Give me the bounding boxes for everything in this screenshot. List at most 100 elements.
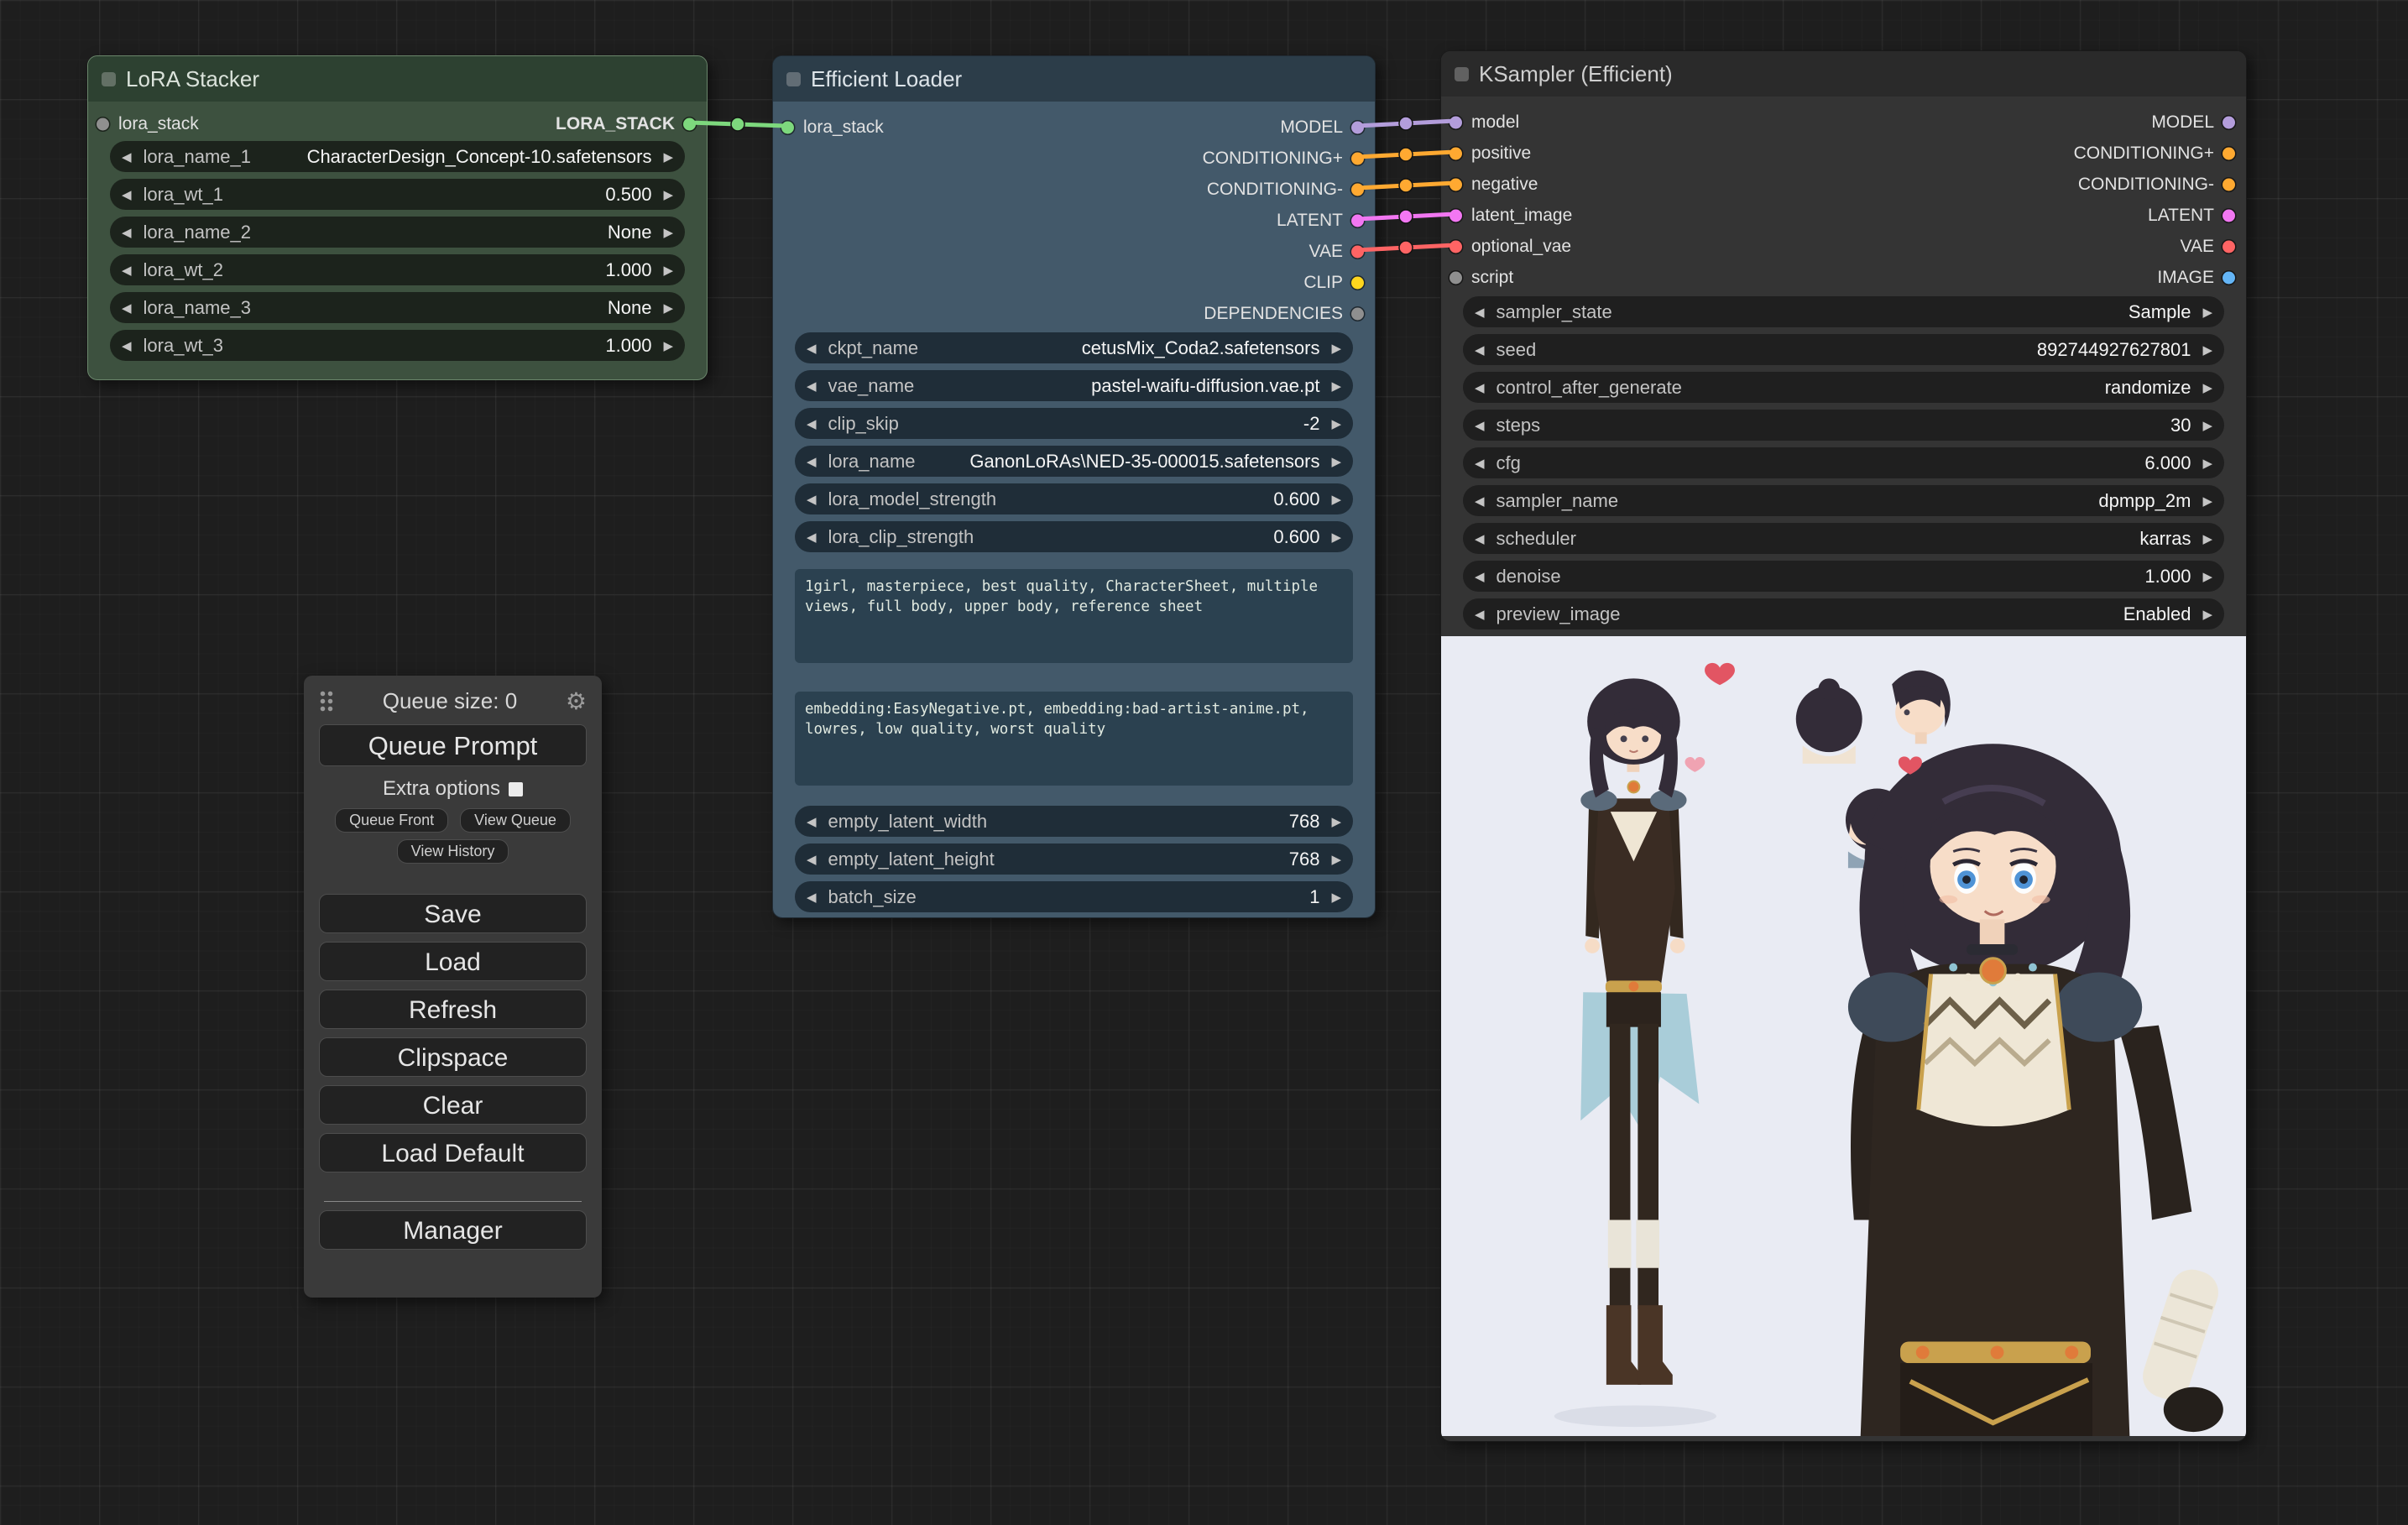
settings-gear-icon[interactable]: ⚙: [566, 687, 587, 715]
output-dot-icon[interactable]: [2223, 240, 2235, 253]
widget-sampler-state[interactable]: ◀ sampler_state Sample ▶: [1463, 296, 2224, 327]
widget-clip-skip[interactable]: ◀ clip_skip -2 ▶: [795, 408, 1353, 439]
node-lora-stacker[interactable]: LoRA Stacker lora_stack LORA_STACK ◀ lor…: [87, 55, 708, 380]
output-dot-icon[interactable]: [1351, 152, 1364, 165]
prev-arrow-icon[interactable]: ◀: [1475, 342, 1485, 358]
prev-arrow-icon[interactable]: ◀: [807, 814, 817, 829]
next-arrow-icon[interactable]: ▶: [1331, 416, 1341, 431]
node-collapse-icon[interactable]: [786, 72, 801, 86]
prev-arrow-icon[interactable]: ◀: [807, 454, 817, 469]
next-arrow-icon[interactable]: ▶: [2202, 305, 2212, 320]
widget-lora-name-1[interactable]: ◀ lora_name_1 CharacterDesign_Concept-10…: [110, 141, 685, 172]
refresh-button[interactable]: Refresh: [319, 990, 587, 1029]
next-arrow-icon[interactable]: ▶: [2202, 418, 2212, 433]
output-dot-icon[interactable]: [1351, 307, 1364, 320]
prev-arrow-icon[interactable]: ◀: [122, 187, 132, 202]
prev-arrow-icon[interactable]: ◀: [122, 149, 132, 165]
next-arrow-icon[interactable]: ▶: [1331, 492, 1341, 507]
output-dot-icon[interactable]: [2223, 147, 2235, 159]
next-arrow-icon[interactable]: ▶: [2202, 607, 2212, 622]
next-arrow-icon[interactable]: ▶: [663, 263, 673, 278]
next-arrow-icon[interactable]: ▶: [1331, 890, 1341, 905]
prev-arrow-icon[interactable]: ◀: [1475, 305, 1485, 320]
negative-prompt-textarea[interactable]: embedding:EasyNegative.pt, embedding:bad…: [795, 692, 1353, 786]
manager-button[interactable]: Manager: [319, 1210, 587, 1250]
next-arrow-icon[interactable]: ▶: [663, 338, 673, 353]
next-arrow-icon[interactable]: ▶: [2202, 380, 2212, 395]
widget-lora-model-strength[interactable]: ◀ lora_model_strength 0.600 ▶: [795, 483, 1353, 514]
drag-handle-icon[interactable]: [319, 690, 334, 712]
widget-empty-latent-height[interactable]: ◀ empty_latent_height 768 ▶: [795, 843, 1353, 875]
prev-arrow-icon[interactable]: ◀: [1475, 456, 1485, 471]
prev-arrow-icon[interactable]: ◀: [1475, 418, 1485, 433]
widget-control-after-generate[interactable]: ◀ control_after_generate randomize ▶: [1463, 372, 2224, 403]
prev-arrow-icon[interactable]: ◀: [1475, 531, 1485, 546]
prev-arrow-icon[interactable]: ◀: [1475, 607, 1485, 622]
input-dot-icon[interactable]: [1450, 178, 1462, 191]
input-dot-icon[interactable]: [781, 121, 794, 133]
input-dot-icon[interactable]: [1450, 271, 1462, 284]
widget-lora-name[interactable]: ◀ lora_name GanonLoRAs\NED-35-000015.saf…: [795, 446, 1353, 477]
next-arrow-icon[interactable]: ▶: [1331, 814, 1341, 829]
node-collapse-icon[interactable]: [1455, 67, 1469, 81]
node-header[interactable]: KSampler (Efficient): [1441, 51, 2246, 97]
queue-prompt-button[interactable]: Queue Prompt: [319, 724, 587, 766]
prev-arrow-icon[interactable]: ◀: [807, 852, 817, 867]
next-arrow-icon[interactable]: ▶: [1331, 454, 1341, 469]
output-dot-icon[interactable]: [2223, 271, 2235, 284]
next-arrow-icon[interactable]: ▶: [1331, 341, 1341, 356]
prev-arrow-icon[interactable]: ◀: [1475, 494, 1485, 509]
node-canvas[interactable]: { "icons": { "left_arrow": "◀", "right_a…: [0, 0, 2408, 1525]
output-dot-icon[interactable]: [1351, 121, 1364, 133]
view-history-button[interactable]: View History: [397, 839, 509, 864]
output-dot-icon[interactable]: [683, 118, 696, 130]
input-dot-icon[interactable]: [1450, 240, 1462, 253]
widget-steps[interactable]: ◀ steps 30 ▶: [1463, 410, 2224, 441]
input-dot-icon[interactable]: [97, 118, 109, 130]
prev-arrow-icon[interactable]: ◀: [122, 263, 132, 278]
node-ksampler-efficient[interactable]: KSampler (Efficient) model positive nega…: [1440, 50, 2247, 1442]
next-arrow-icon[interactable]: ▶: [663, 300, 673, 316]
next-arrow-icon[interactable]: ▶: [2202, 456, 2212, 471]
next-arrow-icon[interactable]: ▶: [1331, 852, 1341, 867]
load-default-button[interactable]: Load Default: [319, 1133, 587, 1172]
prev-arrow-icon[interactable]: ◀: [807, 530, 817, 545]
next-arrow-icon[interactable]: ▶: [2202, 569, 2212, 584]
prev-arrow-icon[interactable]: ◀: [807, 492, 817, 507]
view-queue-button[interactable]: View Queue: [460, 808, 571, 833]
output-dot-icon[interactable]: [1351, 214, 1364, 227]
next-arrow-icon[interactable]: ▶: [2202, 531, 2212, 546]
output-dot-icon[interactable]: [1351, 183, 1364, 196]
prev-arrow-icon[interactable]: ◀: [122, 225, 132, 240]
next-arrow-icon[interactable]: ▶: [663, 225, 673, 240]
clear-button[interactable]: Clear: [319, 1085, 587, 1125]
queue-front-button[interactable]: Queue Front: [335, 808, 448, 833]
next-arrow-icon[interactable]: ▶: [1331, 530, 1341, 545]
output-dot-icon[interactable]: [2223, 209, 2235, 222]
prev-arrow-icon[interactable]: ◀: [1475, 569, 1485, 584]
save-button[interactable]: Save: [319, 894, 587, 933]
prev-arrow-icon[interactable]: ◀: [807, 890, 817, 905]
widget-vae-name[interactable]: ◀ vae_name pastel-waifu-diffusion.vae.pt…: [795, 370, 1353, 401]
widget-preview-image[interactable]: ◀ preview_image Enabled ▶: [1463, 598, 2224, 629]
node-header[interactable]: Efficient Loader: [773, 56, 1375, 102]
widget-lora-clip-strength[interactable]: ◀ lora_clip_strength 0.600 ▶: [795, 521, 1353, 552]
output-dot-icon[interactable]: [2223, 116, 2235, 128]
positive-prompt-textarea[interactable]: 1girl, masterpiece, best quality, Charac…: [795, 569, 1353, 663]
next-arrow-icon[interactable]: ▶: [2202, 342, 2212, 358]
widget-batch-size[interactable]: ◀ batch_size 1 ▶: [795, 881, 1353, 912]
node-collapse-icon[interactable]: [102, 72, 116, 86]
widget-cfg[interactable]: ◀ cfg 6.000 ▶: [1463, 447, 2224, 478]
input-dot-icon[interactable]: [1450, 147, 1462, 159]
widget-empty-latent-width[interactable]: ◀ empty_latent_width 768 ▶: [795, 806, 1353, 837]
output-dot-icon[interactable]: [1351, 276, 1364, 289]
next-arrow-icon[interactable]: ▶: [1331, 379, 1341, 394]
next-arrow-icon[interactable]: ▶: [2202, 494, 2212, 509]
widget-lora-name-2[interactable]: ◀ lora_name_2 None ▶: [110, 217, 685, 248]
output-dot-icon[interactable]: [2223, 178, 2235, 191]
widget-seed[interactable]: ◀ seed 892744927627801 ▶: [1463, 334, 2224, 365]
widget-ckpt-name[interactable]: ◀ ckpt_name cetusMix_Coda2.safetensors ▶: [795, 332, 1353, 363]
extra-options-checkbox[interactable]: [509, 782, 523, 796]
prev-arrow-icon[interactable]: ◀: [122, 300, 132, 316]
prev-arrow-icon[interactable]: ◀: [807, 416, 817, 431]
